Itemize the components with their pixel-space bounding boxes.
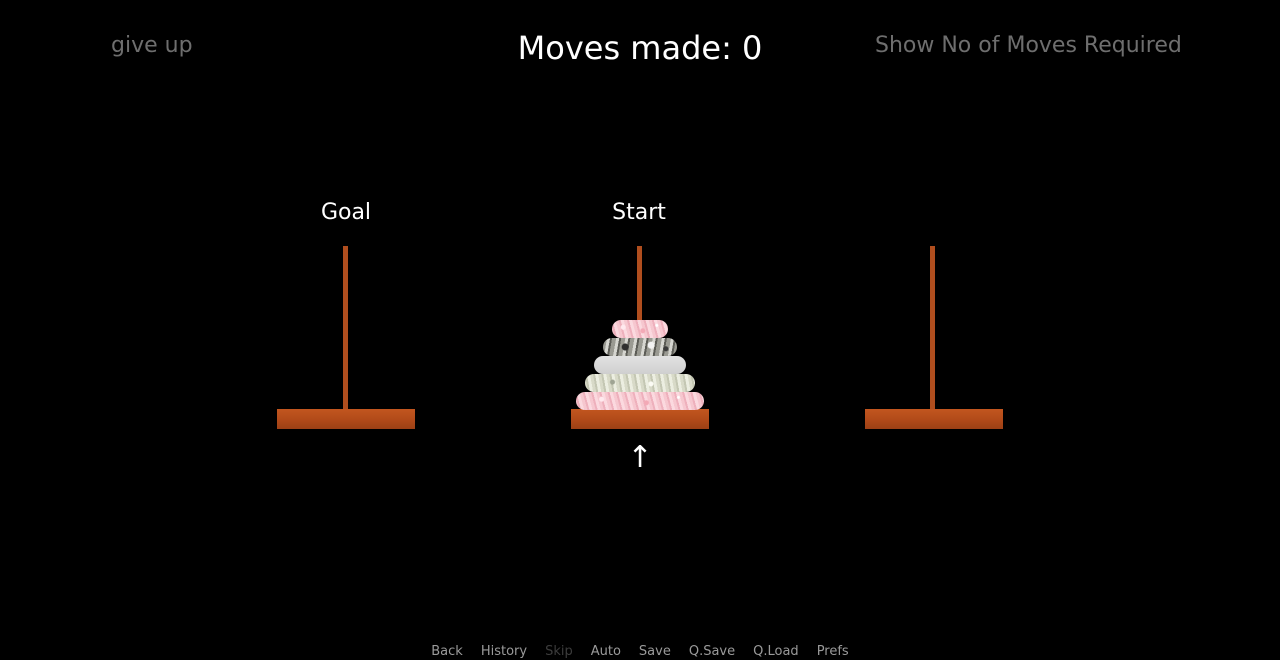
- up-arrow-icon[interactable]: ↑: [622, 440, 658, 475]
- peg-base-goal[interactable]: [277, 409, 415, 429]
- moves-made-value: 0: [742, 29, 763, 67]
- quick-menu-auto[interactable]: Auto: [582, 644, 630, 659]
- peg-pole-goal: [343, 246, 348, 411]
- quick-menu-qload[interactable]: Q.Load: [744, 644, 808, 659]
- quick-menu-qsave[interactable]: Q.Save: [680, 644, 744, 659]
- peg-base-start[interactable]: [571, 409, 709, 429]
- peg-pole-third: [930, 246, 935, 411]
- quick-menu-back[interactable]: Back: [422, 644, 472, 659]
- quick-menu: Back History Skip Auto Save Q.Save Q.Loa…: [0, 644, 1280, 659]
- game-screen: give up Moves made: 0 Show No of Moves R…: [0, 0, 1280, 660]
- quick-menu-save[interactable]: Save: [630, 644, 680, 659]
- peg-label-goal: Goal: [320, 200, 372, 225]
- peg-label-start: Start: [612, 200, 666, 225]
- disk-1[interactable]: [612, 320, 668, 338]
- quick-menu-history[interactable]: History: [472, 644, 536, 659]
- disk-3[interactable]: [594, 356, 686, 374]
- show-moves-required-button[interactable]: Show No of Moves Required: [875, 33, 1182, 58]
- disk-4[interactable]: [585, 374, 695, 392]
- moves-made-label: Moves made:: [517, 29, 743, 67]
- disk-2[interactable]: [603, 338, 677, 356]
- quick-menu-skip: Skip: [545, 644, 573, 659]
- disk-5[interactable]: [576, 392, 704, 410]
- peg-base-third[interactable]: [865, 409, 1003, 429]
- quick-menu-prefs[interactable]: Prefs: [808, 644, 858, 659]
